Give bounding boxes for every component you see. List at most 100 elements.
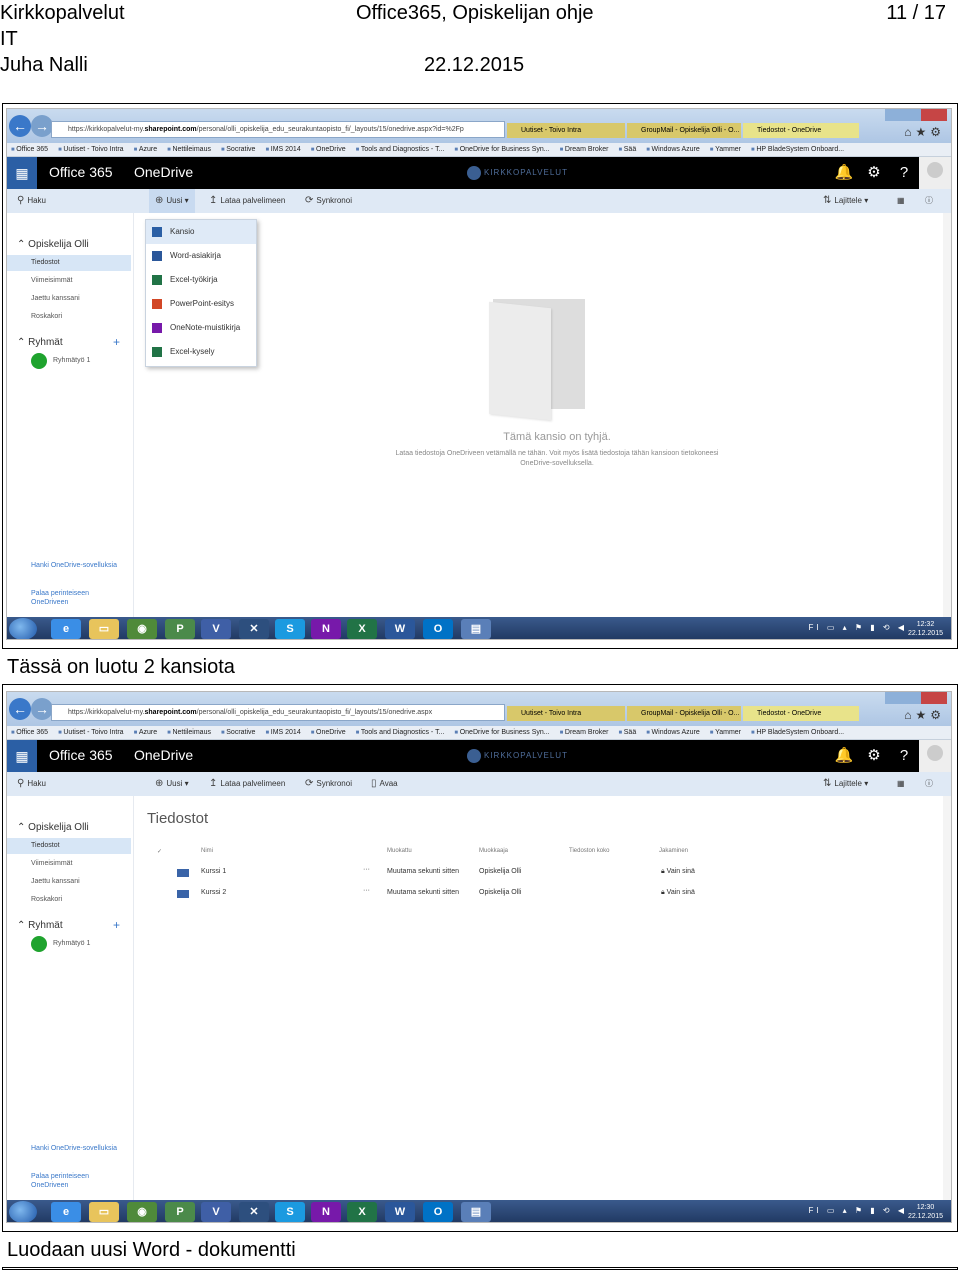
fav-item[interactable]: Yammer	[710, 146, 741, 153]
fav-item[interactable]: Dream Broker	[560, 729, 609, 736]
info-icon[interactable]: ⓘ	[925, 772, 933, 796]
col-size[interactable]: Tiedoston koko	[569, 848, 609, 854]
more-options-icon[interactable]: ···	[363, 866, 370, 873]
system-tray-icons[interactable]: FI ▭ ▴ ⚑ ▮ ⟲ ◀	[809, 1206, 907, 1215]
fav-item[interactable]: Office 365	[11, 729, 48, 736]
forward-button-icon[interactable]: →	[31, 698, 53, 720]
browser-tab[interactable]: Uutiset - Toivo Intra	[507, 123, 625, 138]
get-apps-link[interactable]: Hanki OneDrive-sovelluksia	[31, 561, 121, 570]
fav-item[interactable]: Uutiset - Toivo Intra	[58, 729, 123, 736]
explorer-icon[interactable]: ▭	[89, 619, 119, 639]
fav-item[interactable]: Sää	[618, 146, 636, 153]
new-command[interactable]: ⊕ Uusi ▾	[149, 189, 195, 213]
fav-item[interactable]: Windows Azure	[646, 146, 700, 153]
bell-icon[interactable]: 🔔	[829, 157, 859, 189]
start-button-icon[interactable]	[9, 618, 37, 639]
fav-item[interactable]: Nettileimaus	[167, 729, 211, 736]
system-tray-icons[interactable]: FI ▭ ▴ ⚑ ▮ ⟲ ◀	[809, 623, 907, 632]
help-icon[interactable]: ?	[889, 157, 919, 189]
fav-item[interactable]: Office 365	[11, 146, 48, 153]
browser-tab[interactable]: GroupMail - Opiskelija Olli - O...	[627, 123, 741, 138]
menu-powerpoint[interactable]: PowerPoint-esitys	[146, 292, 256, 316]
search-command[interactable]: ⚲ Haku	[17, 189, 46, 213]
get-apps-link[interactable]: Hanki OneDrive-sovelluksia	[31, 1144, 121, 1153]
user-avatar[interactable]	[919, 157, 951, 189]
tool-icon[interactable]: ✕	[239, 619, 269, 639]
fav-item[interactable]: Socrative	[221, 729, 255, 736]
classic-link[interactable]: Palaa perinteiseen OneDriveen	[31, 589, 121, 607]
home-star-gear-icons[interactable]: ⌂★⚙	[904, 125, 945, 139]
fav-item[interactable]: Azure	[134, 146, 158, 153]
fav-item[interactable]: HP BladeSystem Onboard...	[751, 729, 844, 736]
window-controls[interactable]	[885, 109, 947, 121]
nav-group-1[interactable]: Ryhmätyö 1	[53, 357, 90, 364]
fav-item[interactable]: Windows Azure	[646, 729, 700, 736]
back-button-icon[interactable]: ←	[9, 698, 31, 720]
nav-groups[interactable]: ⌃ Ryhmät	[17, 920, 63, 931]
browser-tab-active[interactable]: Tiedostot - OneDrive	[743, 706, 859, 721]
clock[interactable]: 12:30 22.12.2015	[908, 1203, 943, 1221]
ie-icon[interactable]: e	[51, 1202, 81, 1222]
address-bar[interactable]: https://kirkkopalvelut-my.sharepoint.com…	[51, 121, 505, 138]
app-launcher-icon[interactable]: ▦	[7, 157, 37, 189]
explorer-icon[interactable]: ▭	[89, 1202, 119, 1222]
office365-label[interactable]: Office 365	[49, 164, 113, 180]
outlook-icon[interactable]: O	[423, 619, 453, 639]
vertical-scrollbar[interactable]	[943, 213, 951, 625]
fav-item[interactable]: OneDrive for Business Syn...	[454, 729, 549, 736]
file-name[interactable]: Kurssi 2	[201, 889, 226, 896]
user-avatar[interactable]	[919, 740, 951, 772]
nav-shared[interactable]: Jaettu kanssani	[31, 295, 80, 302]
nav-trash[interactable]: Roskakori	[31, 313, 62, 320]
word-icon[interactable]: W	[385, 619, 415, 639]
nav-shared[interactable]: Jaettu kanssani	[31, 878, 80, 885]
fav-item[interactable]: Dream Broker	[560, 146, 609, 153]
col-name[interactable]: Nimi	[201, 848, 213, 854]
classic-link[interactable]: Palaa perinteiseen OneDriveen	[31, 1172, 121, 1190]
fav-item[interactable]: Uutiset - Toivo Intra	[58, 146, 123, 153]
fav-item[interactable]: OneDrive	[311, 729, 346, 736]
nav-group-1[interactable]: Ryhmätyö 1	[53, 940, 90, 947]
bell-icon[interactable]: 🔔	[829, 740, 859, 772]
gear-icon[interactable]: ⚙	[859, 157, 889, 189]
chrome-icon[interactable]: ◉	[127, 619, 157, 639]
new-command[interactable]: ⊕ Uusi ▾	[149, 772, 195, 796]
publisher-icon[interactable]: P	[165, 1202, 195, 1222]
fav-item[interactable]: Yammer	[710, 729, 741, 736]
address-bar[interactable]: https://kirkkopalvelut-my.sharepoint.com…	[51, 704, 505, 721]
visio-icon[interactable]: V	[201, 619, 231, 639]
search-command[interactable]: ⚲ Haku	[17, 772, 46, 796]
excel-icon[interactable]: X	[347, 619, 377, 639]
skype-icon[interactable]: S	[275, 619, 305, 639]
col-modified-by[interactable]: Muokkaaja	[479, 848, 508, 854]
menu-folder[interactable]: Kansio	[146, 220, 256, 244]
more-options-icon[interactable]: ···	[363, 887, 370, 894]
ie-icon[interactable]: e	[51, 619, 81, 639]
app-launcher-icon[interactable]: ▦	[7, 740, 37, 772]
menu-excel-survey[interactable]: Excel-kysely	[146, 340, 256, 364]
info-icon[interactable]: ⓘ	[925, 189, 933, 213]
col-sharing[interactable]: Jakaminen	[659, 848, 688, 854]
nav-recent[interactable]: Viimeisimmät	[31, 277, 73, 284]
file-name[interactable]: Kurssi 1	[201, 868, 226, 875]
outlook-icon[interactable]: O	[423, 1202, 453, 1222]
fav-item[interactable]: Tools and Diagnostics - T...	[356, 146, 445, 153]
help-icon[interactable]: ?	[889, 740, 919, 772]
onedrive-label[interactable]: OneDrive	[134, 747, 193, 763]
col-modified[interactable]: Muokattu	[387, 848, 412, 854]
fav-item[interactable]: HP BladeSystem Onboard...	[751, 146, 844, 153]
office365-label[interactable]: Office 365	[49, 747, 113, 763]
browser-tab[interactable]: Uutiset - Toivo Intra	[507, 706, 625, 721]
sort-command[interactable]: ⇅ Lajittele ▾	[823, 772, 868, 796]
visio-icon[interactable]: V	[201, 1202, 231, 1222]
sort-command[interactable]: ⇅ Lajittele ▾	[823, 189, 868, 213]
window-controls[interactable]	[885, 692, 947, 704]
fav-item[interactable]: Nettileimaus	[167, 146, 211, 153]
nav-trash[interactable]: Roskakori	[31, 896, 62, 903]
nav-user[interactable]: ⌃ Opiskelija Olli	[17, 822, 89, 833]
view-toggle-icon[interactable]: ▦	[897, 772, 905, 796]
gear-icon[interactable]: ⚙	[859, 740, 889, 772]
fav-item[interactable]: Sää	[618, 729, 636, 736]
open-command[interactable]: ▯ Avaa	[371, 772, 398, 796]
fav-item[interactable]: OneDrive	[311, 146, 346, 153]
